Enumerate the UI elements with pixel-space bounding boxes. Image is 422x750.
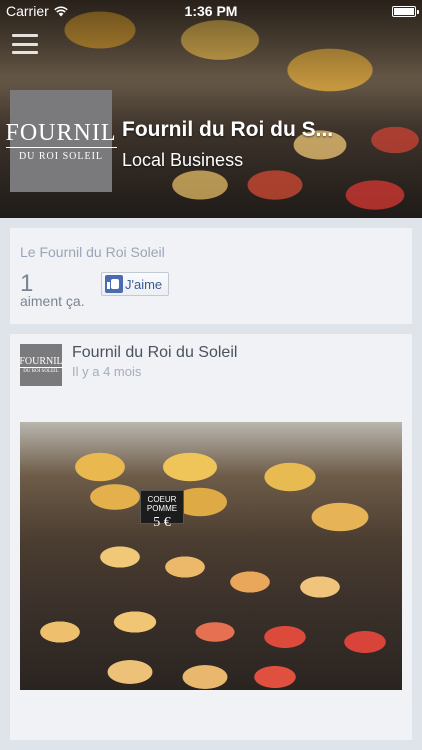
like-button-label: J'aime	[125, 276, 163, 292]
status-bar: Carrier 1:36 PM	[0, 0, 422, 22]
post-photo[interactable]: COEUR POMME 5 €	[20, 422, 402, 690]
avatar-sub-text: DU ROI SOLEIL	[23, 368, 59, 374]
hamburger-menu-icon[interactable]	[12, 34, 38, 54]
like-box: Le Fournil du Roi Soleil 1 aiment ça. J'…	[10, 228, 412, 324]
price-tag: COEUR POMME 5 €	[140, 490, 184, 530]
post-timestamp: Il y a 4 mois	[72, 364, 142, 379]
logo-sub-text: DU ROI SOLEIL	[18, 150, 104, 162]
like-button[interactable]: J'aime	[101, 272, 169, 296]
like-count-label: aiment ça.	[20, 293, 85, 309]
post-avatar[interactable]: FOURNIL DU ROI SOLEIL	[19, 344, 63, 386]
page-logo: FOURNIL DU ROI SOLEIL	[5, 90, 117, 192]
page-title: Fournil du Roi du S...	[122, 118, 334, 141]
avatar-main-text: FOURNIL	[19, 355, 63, 368]
page-category: Local Business	[122, 150, 244, 170]
battery-icon	[392, 6, 419, 17]
thumbs-up-icon	[105, 275, 123, 293]
post-author[interactable]: Fournil du Roi du Soleil	[72, 344, 237, 362]
like-box-title[interactable]: Le Fournil du Roi Soleil	[20, 244, 165, 260]
logo-main-text: FOURNIL	[5, 119, 117, 148]
status-time: 1:36 PM	[184, 3, 238, 19]
price-tag-value: 5 €	[153, 515, 171, 530]
post-card: FOURNIL DU ROI SOLEIL Fournil du Roi du …	[10, 334, 412, 740]
price-tag-name: COEUR POMME	[146, 495, 178, 513]
